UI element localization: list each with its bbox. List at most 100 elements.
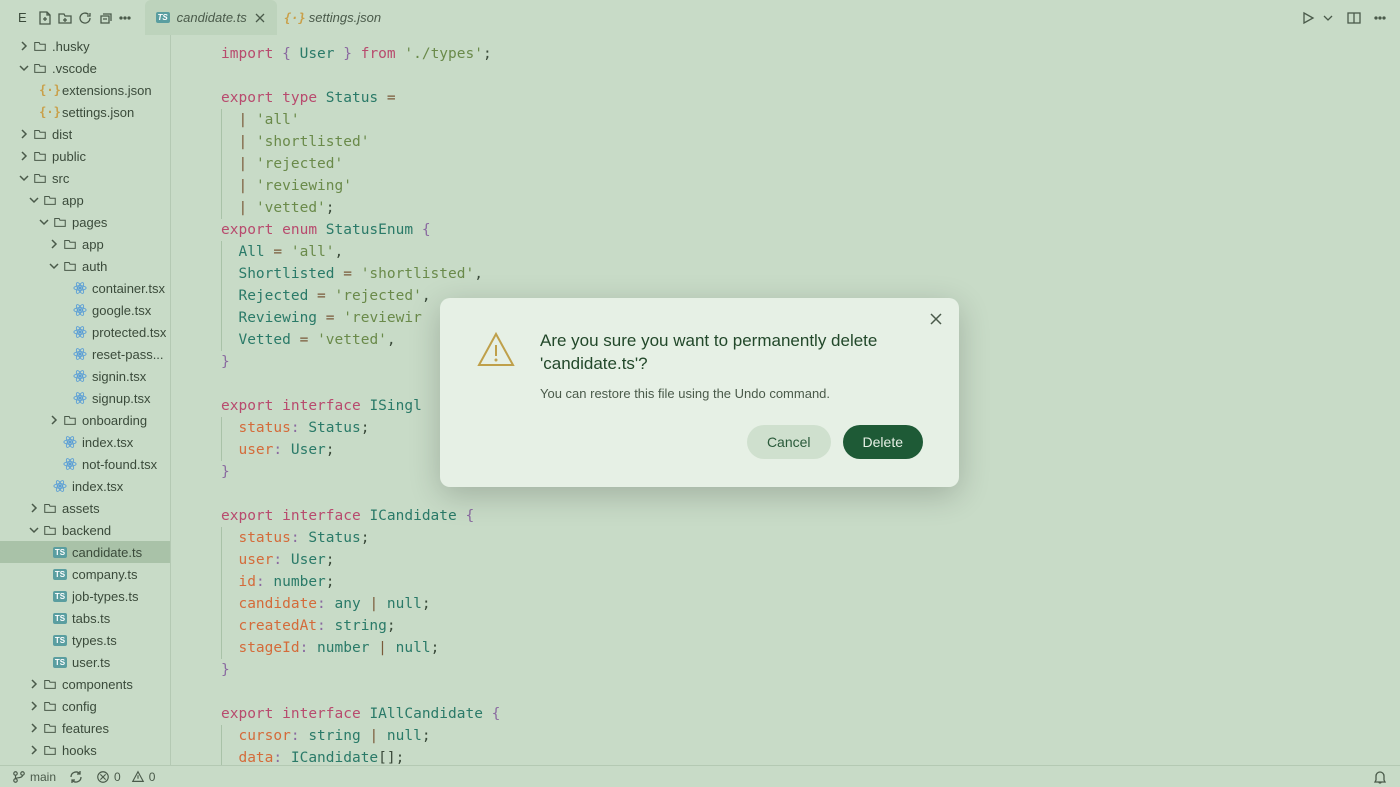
tree-item-google-tsx[interactable]: google.tsx bbox=[0, 299, 170, 321]
tree-item--vscode[interactable]: .vscode bbox=[0, 57, 170, 79]
tree-item-public[interactable]: public bbox=[0, 145, 170, 167]
folder-icon bbox=[52, 214, 68, 230]
code-line[interactable]: export interface ICandidate { bbox=[221, 505, 1400, 527]
tree-item-extensions-json[interactable]: {·}extensions.json bbox=[0, 79, 170, 101]
code-line[interactable]: | 'shortlisted' bbox=[221, 131, 1400, 153]
chevron-right-icon[interactable] bbox=[26, 700, 42, 712]
chevron-right-icon[interactable] bbox=[16, 150, 32, 162]
code-line[interactable]: candidate: any | null; bbox=[221, 593, 1400, 615]
split-editor-icon[interactable] bbox=[1346, 10, 1362, 26]
code-line[interactable]: export type Status = bbox=[221, 87, 1400, 109]
tree-item-components[interactable]: components bbox=[0, 673, 170, 695]
collapse-all-icon[interactable] bbox=[97, 10, 113, 26]
chevron-right-icon[interactable] bbox=[16, 128, 32, 140]
run-dropdown-icon[interactable] bbox=[1320, 10, 1336, 26]
code-line[interactable]: createdAt: string; bbox=[221, 615, 1400, 637]
more-icon[interactable] bbox=[117, 10, 133, 26]
code-line[interactable] bbox=[221, 681, 1400, 703]
code-line[interactable]: stageId: number | null; bbox=[221, 637, 1400, 659]
code-line[interactable]: export enum StatusEnum { bbox=[221, 219, 1400, 241]
new-folder-icon[interactable] bbox=[57, 10, 73, 26]
code-line[interactable]: | 'rejected' bbox=[221, 153, 1400, 175]
tree-item-hooks[interactable]: hooks bbox=[0, 739, 170, 761]
tree-item-onboarding[interactable]: onboarding bbox=[0, 409, 170, 431]
delete-button[interactable]: Delete bbox=[843, 425, 923, 459]
editor-more-icon[interactable] bbox=[1372, 10, 1388, 26]
code-line[interactable]: user: User; bbox=[221, 549, 1400, 571]
sync-icon[interactable] bbox=[68, 769, 84, 785]
branch-indicator[interactable]: main bbox=[12, 770, 56, 784]
tree-item-company-ts[interactable]: TScompany.ts bbox=[0, 563, 170, 585]
code-line[interactable]: | 'vetted'; bbox=[221, 197, 1400, 219]
code-line[interactable]: export interface IAllCandidate { bbox=[221, 703, 1400, 725]
chevron-down-icon[interactable] bbox=[16, 172, 32, 184]
run-icon[interactable] bbox=[1300, 10, 1316, 26]
tree-item-container-tsx[interactable]: container.tsx bbox=[0, 277, 170, 299]
chevron-down-icon[interactable] bbox=[26, 524, 42, 536]
code-line[interactable]: status: Status; bbox=[221, 527, 1400, 549]
tree-item-config[interactable]: config bbox=[0, 695, 170, 717]
branch-name: main bbox=[30, 770, 56, 784]
tree-item-src[interactable]: src bbox=[0, 167, 170, 189]
code-line[interactable]: } bbox=[221, 659, 1400, 681]
cancel-button[interactable]: Cancel bbox=[747, 425, 831, 459]
code-line[interactable]: Shortlisted = 'shortlisted', bbox=[221, 263, 1400, 285]
tree-label: pages bbox=[72, 215, 107, 230]
chevron-right-icon[interactable] bbox=[26, 678, 42, 690]
chevron-right-icon[interactable] bbox=[46, 238, 62, 250]
folder-icon bbox=[32, 126, 48, 142]
chevron-right-icon[interactable] bbox=[46, 414, 62, 426]
chevron-down-icon[interactable] bbox=[16, 62, 32, 74]
chevron-right-icon[interactable] bbox=[26, 722, 42, 734]
chevron-down-icon[interactable] bbox=[46, 260, 62, 272]
close-icon[interactable] bbox=[253, 11, 267, 25]
tab-settings-json[interactable]: {·}settings.json bbox=[277, 0, 391, 35]
chevron-right-icon[interactable] bbox=[16, 40, 32, 52]
tree-item-protected-tsx[interactable]: protected.tsx bbox=[0, 321, 170, 343]
react-icon bbox=[72, 368, 88, 384]
code-line[interactable]: | 'reviewing' bbox=[221, 175, 1400, 197]
tree-item-signin-tsx[interactable]: signin.tsx bbox=[0, 365, 170, 387]
new-file-icon[interactable] bbox=[37, 10, 53, 26]
tree-item-features[interactable]: features bbox=[0, 717, 170, 739]
tree-item-types-ts[interactable]: TStypes.ts bbox=[0, 629, 170, 651]
tree-item-signup-tsx[interactable]: signup.tsx bbox=[0, 387, 170, 409]
tab-candidate-ts[interactable]: TScandidate.ts bbox=[145, 0, 277, 35]
tree-item-reset-pass-[interactable]: reset-pass... bbox=[0, 343, 170, 365]
refresh-icon[interactable] bbox=[77, 10, 93, 26]
ts-icon: TS bbox=[155, 10, 171, 26]
tree-item-job-types-ts[interactable]: TSjob-types.ts bbox=[0, 585, 170, 607]
tab-bar: TScandidate.ts{·}settings.json bbox=[141, 0, 1300, 35]
tree-item-app[interactable]: app bbox=[0, 189, 170, 211]
tree-item--husky[interactable]: .husky bbox=[0, 35, 170, 57]
code-line[interactable] bbox=[221, 65, 1400, 87]
tree-item-assets[interactable]: assets bbox=[0, 497, 170, 519]
chevron-down-icon[interactable] bbox=[36, 216, 52, 228]
tree-item-backend[interactable]: backend bbox=[0, 519, 170, 541]
file-explorer[interactable]: .husky.vscode{·}extensions.json{·}settin… bbox=[0, 35, 170, 765]
bell-icon[interactable] bbox=[1372, 769, 1388, 785]
code-line[interactable]: data: ICandidate[]; bbox=[221, 747, 1400, 765]
tree-item-user-ts[interactable]: TSuser.ts bbox=[0, 651, 170, 673]
tree-item-index-tsx[interactable]: index.tsx bbox=[0, 475, 170, 497]
code-line[interactable]: id: number; bbox=[221, 571, 1400, 593]
code-line[interactable]: cursor: string | null; bbox=[221, 725, 1400, 747]
tree-item-not-found-tsx[interactable]: not-found.tsx bbox=[0, 453, 170, 475]
code-line[interactable]: All = 'all', bbox=[221, 241, 1400, 263]
tree-item-candidate-ts[interactable]: TScandidate.ts bbox=[0, 541, 170, 563]
tree-item-pages[interactable]: pages bbox=[0, 211, 170, 233]
tree-item-tabs-ts[interactable]: TStabs.ts bbox=[0, 607, 170, 629]
tree-item-dist[interactable]: dist bbox=[0, 123, 170, 145]
tree-item-index-tsx[interactable]: index.tsx bbox=[0, 431, 170, 453]
dialog-close-icon[interactable] bbox=[929, 312, 943, 329]
chevron-down-icon[interactable] bbox=[26, 194, 42, 206]
problems-indicator[interactable]: 0 0 bbox=[96, 770, 155, 784]
chevron-right-icon[interactable] bbox=[26, 502, 42, 514]
tree-item-app[interactable]: app bbox=[0, 233, 170, 255]
tree-item-auth[interactable]: auth bbox=[0, 255, 170, 277]
tree-item-settings-json[interactable]: {·}settings.json bbox=[0, 101, 170, 123]
code-line[interactable]: | 'all' bbox=[221, 109, 1400, 131]
folder-vs-icon bbox=[32, 60, 48, 76]
code-line[interactable]: import { User } from './types'; bbox=[221, 43, 1400, 65]
chevron-right-icon[interactable] bbox=[26, 744, 42, 756]
